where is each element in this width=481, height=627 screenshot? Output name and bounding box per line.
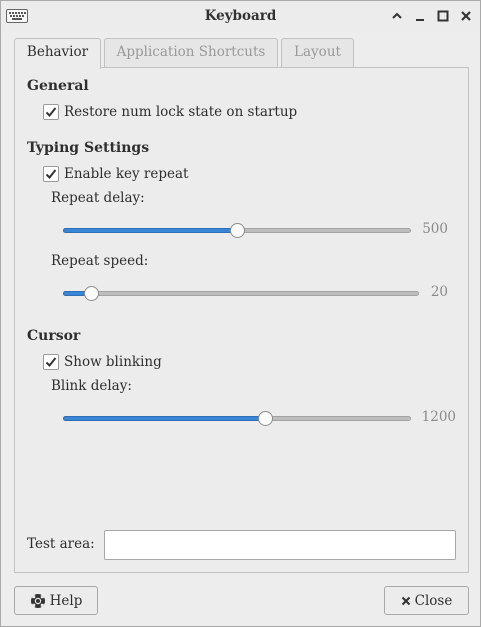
- restore-numlock-checkbox[interactable]: [43, 104, 59, 120]
- typing-settings-heading: Typing Settings: [27, 140, 150, 156]
- tab-behavior[interactable]: Behavior: [14, 38, 101, 69]
- tab-application-shortcuts[interactable]: Application Shortcuts: [104, 38, 278, 68]
- checkmark-icon: [45, 357, 57, 367]
- cursor-heading: Cursor: [27, 328, 81, 344]
- repeat-delay-value: 500: [422, 221, 448, 237]
- blink-delay-value: 1200: [421, 409, 456, 425]
- slider-fill: [63, 416, 265, 421]
- enable-key-repeat-label: Enable key repeat: [64, 166, 189, 182]
- test-area-label: Test area:: [27, 536, 95, 552]
- test-area-input[interactable]: [104, 530, 456, 560]
- general-heading: General: [27, 78, 89, 94]
- repeat-speed-label: Repeat speed:: [51, 253, 149, 269]
- blink-delay-slider[interactable]: [63, 408, 411, 428]
- repeat-delay-slider[interactable]: [63, 220, 411, 240]
- tab-layout[interactable]: Layout: [281, 38, 354, 68]
- close-x-icon: [401, 596, 411, 606]
- slider-fill: [63, 228, 237, 233]
- checkmark-icon: [45, 107, 57, 117]
- checkmark-icon: [45, 169, 57, 179]
- close-button-label: Close: [414, 592, 453, 609]
- title-bar[interactable]: Keyboard: [1, 1, 480, 32]
- slider-handle[interactable]: [84, 286, 99, 301]
- help-button[interactable]: Help: [14, 586, 98, 615]
- enable-key-repeat-checkbox[interactable]: [43, 166, 59, 182]
- show-blinking-checkbox[interactable]: [43, 354, 59, 370]
- slider-trough: [63, 291, 419, 296]
- enable-key-repeat-row[interactable]: Enable key repeat: [43, 165, 188, 183]
- show-blinking-row[interactable]: Show blinking: [43, 353, 162, 371]
- close-button[interactable]: Close: [384, 586, 469, 615]
- minimize-icon[interactable]: [413, 9, 427, 23]
- repeat-speed-slider[interactable]: [63, 283, 419, 303]
- restore-numlock-label: Restore num lock state on startup: [64, 104, 298, 120]
- help-button-label: Help: [49, 592, 83, 609]
- shade-up-icon[interactable]: [390, 9, 404, 23]
- window-title: Keyboard: [204, 8, 277, 24]
- repeat-delay-label: Repeat delay:: [51, 190, 145, 206]
- show-blinking-label: Show blinking: [64, 354, 162, 370]
- slider-handle[interactable]: [230, 223, 245, 238]
- repeat-speed-value: 20: [430, 284, 448, 300]
- maximize-icon[interactable]: [436, 9, 450, 23]
- lifebuoy-icon: [30, 593, 46, 609]
- close-icon[interactable]: [459, 9, 473, 23]
- keyboard-settings-window: Keyboard Behavior Application Shortcuts …: [0, 0, 481, 627]
- blink-delay-label: Blink delay:: [51, 378, 132, 394]
- restore-numlock-checkbox-row[interactable]: Restore num lock state on startup: [43, 103, 297, 121]
- slider-handle[interactable]: [258, 411, 273, 426]
